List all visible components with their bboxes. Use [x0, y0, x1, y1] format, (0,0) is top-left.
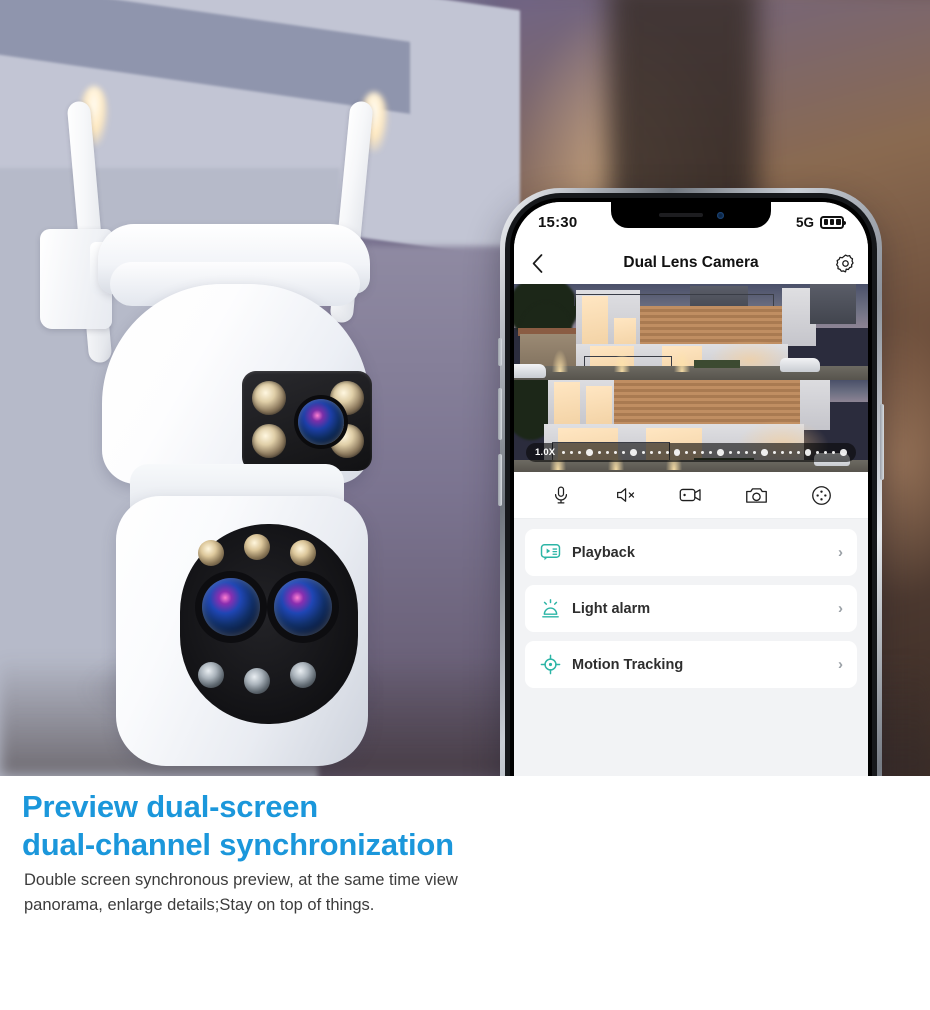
menu-item-motion-tracking[interactable]: Motion Tracking ›: [525, 641, 857, 688]
promo-body-text: Double screen synchronous preview, at th…: [24, 871, 458, 915]
product-camera-image: [30, 84, 430, 766]
ptz-control-button[interactable]: [804, 478, 838, 512]
light-alarm-icon: [539, 598, 561, 620]
menu-item-label: Playback: [572, 544, 635, 561]
phone-volume-down[interactable]: [498, 454, 502, 506]
microphone-icon: [554, 486, 567, 504]
network-label: 5G: [795, 214, 814, 230]
camera-led-warm: [198, 540, 224, 566]
promo-page: 15:30 5G Dual Lens Camera 1.0X Playback …: [0, 0, 930, 1010]
balcony-railing: [574, 294, 774, 306]
snapshot-button[interactable]: [739, 478, 773, 512]
chevron-left-icon: [532, 253, 542, 273]
speaker-mute-icon: [616, 488, 634, 502]
front-camera-icon: [716, 211, 724, 219]
camera-led-warm: [244, 534, 270, 560]
camera-snapshot-icon: [745, 487, 767, 503]
chevron-right-icon: ›: [838, 544, 843, 561]
status-indicators: 5G: [795, 214, 846, 230]
phone-volume-up[interactable]: [498, 388, 502, 440]
path-light: [614, 350, 630, 372]
page-title: Dual Lens Camera: [623, 254, 759, 271]
back-button[interactable]: [514, 242, 560, 284]
camera-led: [252, 381, 286, 415]
promo-headline-line2: dual-channel synchronization: [22, 826, 454, 862]
phone-notch: [611, 202, 771, 228]
window-glass: [586, 386, 612, 424]
camera-feeds: 1.0X: [514, 284, 868, 472]
camera-upper-lens: [298, 399, 344, 445]
chevron-right-icon: ›: [838, 600, 843, 617]
window-glass: [614, 318, 636, 346]
detail-camera-feed[interactable]: 1.0X: [514, 380, 868, 472]
dark-facade: [810, 284, 856, 324]
zoom-slider[interactable]: 1.0X: [526, 443, 856, 462]
menu-item-playback[interactable]: Playback ›: [525, 529, 857, 576]
camera-control-toolbar: [514, 472, 868, 519]
mute-button[interactable]: [609, 478, 643, 512]
earpiece-speaker-icon: [658, 213, 703, 217]
panorama-camera-feed[interactable]: [514, 284, 868, 380]
video-record-icon: [679, 488, 701, 502]
battery-full-icon: [820, 215, 846, 229]
menu-item-light-alarm[interactable]: Light alarm ›: [525, 585, 857, 632]
menu-item-label: Motion Tracking: [572, 656, 684, 673]
ptz-control-icon: [811, 485, 831, 505]
feed-scene-panorama: [514, 284, 868, 380]
gear-icon: [835, 253, 854, 273]
settings-button[interactable]: [822, 242, 868, 284]
parked-car: [780, 358, 820, 372]
app-header: Dual Lens Camera: [514, 242, 868, 284]
promo-text-panel: Preview dual-screen dual-channel synchro…: [0, 776, 930, 1010]
window-glass: [554, 382, 580, 424]
promo-headline-line1: Preview dual-screen: [22, 789, 319, 824]
camera-led-warm: [290, 540, 316, 566]
camera-lower-lens-right: [274, 578, 332, 636]
status-time: 15:30: [538, 213, 578, 231]
phone-power-button[interactable]: [880, 404, 884, 480]
menu-item-label: Light alarm: [572, 600, 651, 617]
record-button[interactable]: [674, 478, 708, 512]
zoom-level-label: 1.0X: [535, 447, 556, 458]
playback-icon: [539, 542, 561, 564]
parked-car: [514, 364, 546, 378]
camera-lower-lens-left: [202, 578, 260, 636]
path-light: [552, 350, 568, 372]
phone-mute-switch[interactable]: [498, 338, 502, 366]
zoom-ticks: [562, 449, 847, 456]
camera-led-ir: [290, 662, 316, 688]
chevron-right-icon: ›: [838, 656, 843, 673]
motion-tracking-icon: [539, 654, 561, 676]
microphone-button[interactable]: [544, 478, 578, 512]
promo-headline: Preview dual-screen dual-channel synchro…: [22, 788, 542, 864]
path-light: [674, 350, 690, 372]
lawn: [694, 360, 740, 368]
camera-led: [252, 424, 286, 458]
camera-led-ir: [198, 662, 224, 688]
camera-led-ir: [244, 668, 270, 694]
